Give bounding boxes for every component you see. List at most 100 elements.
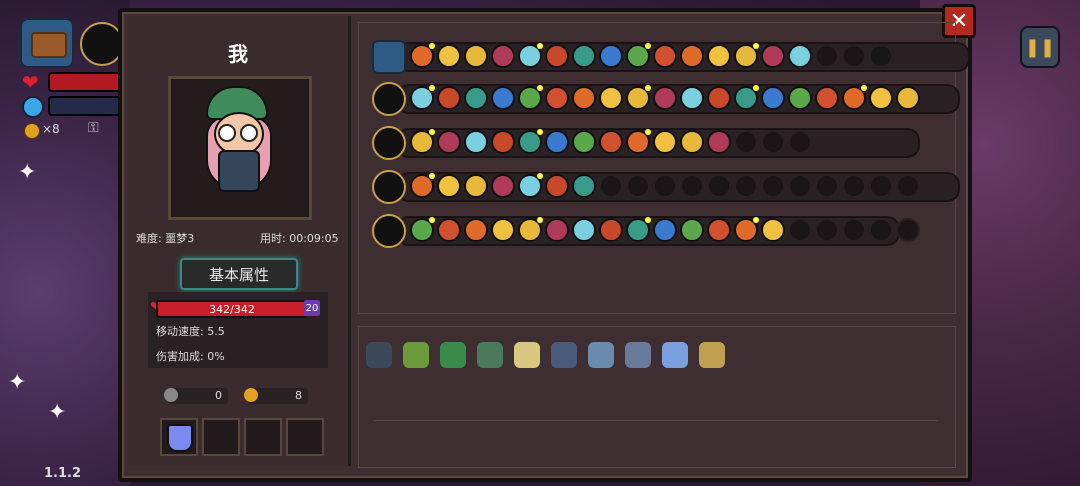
empty-spell-slot[interactable]	[788, 218, 812, 242]
consumable-slot[interactable]	[160, 418, 198, 456]
spell-icon[interactable]	[680, 218, 704, 242]
helmet-icon[interactable]	[477, 342, 503, 368]
empty-spell-slot[interactable]	[653, 174, 677, 198]
empty-spell-slot[interactable]	[896, 218, 920, 242]
spell-icon[interactable]	[734, 85, 759, 110]
potion-icon[interactable]	[551, 342, 577, 368]
empty-spell-slot[interactable]	[869, 218, 893, 242]
spell-icon[interactable]	[626, 43, 651, 68]
wand-icon[interactable]	[372, 170, 406, 204]
spell-icon[interactable]	[707, 44, 731, 68]
orb-icon[interactable]	[403, 342, 429, 368]
spell-icon[interactable]	[761, 218, 785, 242]
spell-icon[interactable]	[680, 86, 704, 110]
spell-icon[interactable]	[815, 86, 839, 110]
empty-spell-slot[interactable]	[788, 174, 812, 198]
spell-icon[interactable]	[545, 130, 569, 154]
spell-icon[interactable]	[734, 43, 759, 68]
empty-spell-slot[interactable]	[734, 130, 758, 154]
spell-icon[interactable]	[599, 44, 623, 68]
empty-spell-slot[interactable]	[680, 174, 704, 198]
spell-icon[interactable]	[653, 218, 677, 242]
spell-icon[interactable]	[518, 129, 543, 154]
spell-icon[interactable]	[599, 218, 623, 242]
spell-icon[interactable]	[464, 218, 488, 242]
spell-icon[interactable]	[653, 130, 677, 154]
chest-icon[interactable]	[20, 18, 74, 68]
goggles-icon[interactable]	[514, 342, 540, 368]
wand-icon[interactable]	[372, 126, 406, 160]
spell-icon[interactable]	[491, 174, 515, 198]
spell-icon[interactable]	[545, 174, 569, 198]
mirror-icon[interactable]	[662, 342, 688, 368]
spell-icon[interactable]	[464, 86, 488, 110]
spell-icon[interactable]	[518, 173, 543, 198]
spell-icon[interactable]	[572, 218, 596, 242]
wand-icon[interactable]	[372, 214, 406, 248]
spell-icon[interactable]	[572, 130, 596, 154]
spell-icon[interactable]	[410, 129, 435, 154]
pause-button[interactable]: ❚❚	[1020, 26, 1060, 68]
spell-icon[interactable]	[464, 130, 488, 154]
spell-icon[interactable]	[626, 217, 651, 242]
empty-spell-slot[interactable]	[869, 174, 893, 198]
empty-spell-slot[interactable]	[626, 174, 650, 198]
spell-icon[interactable]	[464, 44, 488, 68]
spell-icon[interactable]	[410, 85, 435, 110]
consumable-slot[interactable]	[244, 418, 282, 456]
empty-spell-slot[interactable]	[734, 174, 758, 198]
spell-icon[interactable]	[680, 130, 704, 154]
spell-icon[interactable]	[545, 218, 569, 242]
spell-icon[interactable]	[437, 174, 461, 198]
spell-icon[interactable]	[653, 44, 677, 68]
spell-icon[interactable]	[464, 174, 488, 198]
spell-icon[interactable]	[410, 173, 435, 198]
spell-icon[interactable]	[707, 130, 731, 154]
empty-spell-slot[interactable]	[815, 218, 839, 242]
empty-spell-slot[interactable]	[869, 44, 893, 68]
spell-icon[interactable]	[761, 86, 785, 110]
spell-icon[interactable]	[491, 130, 515, 154]
empty-spell-slot[interactable]	[788, 130, 812, 154]
chest-icon[interactable]	[372, 40, 406, 74]
bracer-icon[interactable]	[625, 342, 651, 368]
empty-spell-slot[interactable]	[761, 130, 785, 154]
spell-icon[interactable]	[734, 217, 759, 242]
cloak-icon[interactable]	[366, 342, 392, 368]
spell-icon[interactable]	[653, 86, 677, 110]
empty-spell-slot[interactable]	[599, 174, 623, 198]
spell-icon[interactable]	[437, 86, 461, 110]
spell-icon[interactable]	[437, 130, 461, 154]
consumable-slot[interactable]	[286, 418, 324, 456]
spell-icon[interactable]	[626, 129, 651, 154]
empty-spell-slot[interactable]	[842, 218, 866, 242]
empty-spell-slot[interactable]	[761, 174, 785, 198]
empty-spell-slot[interactable]	[842, 174, 866, 198]
empty-spell-slot[interactable]	[815, 174, 839, 198]
spell-icon[interactable]	[572, 44, 596, 68]
horn-icon[interactable]	[699, 342, 725, 368]
consumable-slot[interactable]	[202, 418, 240, 456]
spell-icon[interactable]	[437, 44, 461, 68]
spell-icon[interactable]	[842, 85, 867, 110]
empty-spell-slot[interactable]	[842, 44, 866, 68]
spell-icon[interactable]	[680, 44, 704, 68]
spell-icon[interactable]	[572, 86, 596, 110]
wand-icon[interactable]	[372, 82, 406, 116]
spell-icon[interactable]	[761, 44, 785, 68]
spell-icon[interactable]	[491, 44, 515, 68]
spell-icon[interactable]	[788, 44, 812, 68]
spell-icon[interactable]	[626, 85, 651, 110]
empty-spell-slot[interactable]	[815, 44, 839, 68]
spell-icon[interactable]	[437, 218, 461, 242]
spell-icon[interactable]	[599, 130, 623, 154]
tab-basic-attributes[interactable]: 基本属性	[180, 258, 298, 290]
empty-spell-slot[interactable]	[896, 174, 920, 198]
spell-icon[interactable]	[707, 218, 731, 242]
spell-icon[interactable]	[410, 217, 435, 242]
spell-icon[interactable]	[572, 174, 596, 198]
clover-icon[interactable]	[440, 342, 466, 368]
spell-icon[interactable]	[788, 86, 812, 110]
spell-icon[interactable]	[545, 44, 569, 68]
magnifier-icon[interactable]	[588, 342, 614, 368]
